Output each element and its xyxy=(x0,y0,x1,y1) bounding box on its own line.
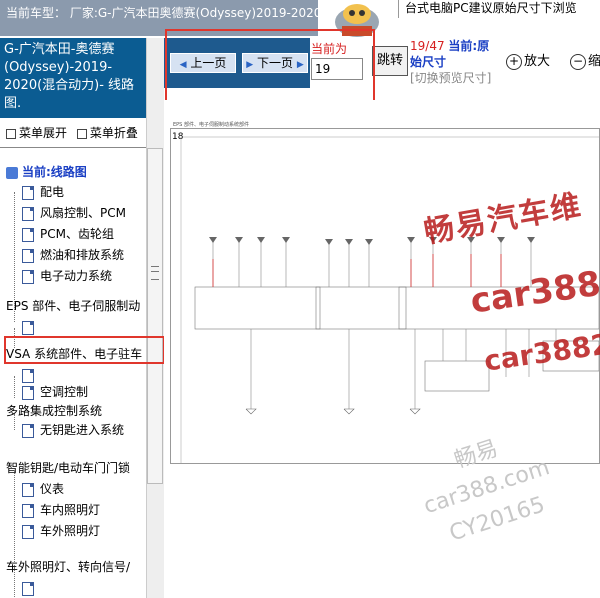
zoom-out-button[interactable]: − 缩 xyxy=(570,50,600,74)
tree-guide xyxy=(14,470,15,566)
tree-guide xyxy=(14,414,15,430)
browse-tip-text: 台式电脑PC建议原始尺寸下浏览 xyxy=(398,0,600,18)
tree-item[interactable]: 配电 xyxy=(22,182,64,202)
tree-item[interactable]: 空调控制 xyxy=(22,382,88,402)
tree-group[interactable]: 车外照明灯、转向信号/ xyxy=(6,557,130,577)
sidebar-title: G-广汽本田-奥德赛(Odyssey)-2019-2020(混合动力)- 线路图… xyxy=(0,38,146,118)
document-icon xyxy=(22,581,34,596)
tree-root[interactable]: 当前:线路图 xyxy=(6,162,87,182)
tree-label: 风扇控制、PCM xyxy=(40,206,126,220)
square-icon xyxy=(6,128,16,139)
zoom-out-icon: − xyxy=(570,53,586,70)
tree-item[interactable] xyxy=(22,317,40,337)
collapse-all-button[interactable]: 菜单折叠 xyxy=(71,126,138,140)
jump-button[interactable]: 跳转 xyxy=(372,46,408,76)
tree-label: 空调控制 xyxy=(40,385,89,399)
page-current: 19/ xyxy=(410,39,430,53)
tree-item[interactable] xyxy=(22,578,40,598)
tree-label: 多路集成控制系统 xyxy=(6,404,103,418)
expand-all-button[interactable]: 菜单展开 xyxy=(0,126,67,140)
tree-guide xyxy=(14,376,15,398)
tree-label: 仪表 xyxy=(40,482,65,496)
document-icon xyxy=(22,524,34,539)
tree-view: 当前:线路图 配电风扇控制、PCM PCM、齿轮组 燃油和排放系统 电子动力系统 EPS… xyxy=(0,152,146,598)
tree-item[interactable]: 无钥匙进入系统 xyxy=(22,420,124,440)
zoom-in-icon: + xyxy=(506,53,522,70)
zoom-in-button[interactable]: + 放大 xyxy=(506,50,564,74)
scrollbar-thumb[interactable] xyxy=(147,148,163,484)
highlight-box-vsa xyxy=(4,336,165,364)
grip-icon xyxy=(151,266,159,280)
tree-item[interactable]: 风扇控制、PCM xyxy=(22,203,126,223)
tree-group[interactable]: 智能钥匙/电动车门门锁 xyxy=(6,458,130,478)
tree-item[interactable]: 电子动力系统 xyxy=(22,266,112,286)
tree-label: 车外照明灯 xyxy=(40,524,101,538)
tree-item[interactable]: 车外照明灯 xyxy=(22,521,100,541)
document-icon xyxy=(22,503,34,518)
tree-label: 车外照明灯、转向信号/ xyxy=(6,560,131,574)
document-icon xyxy=(22,482,34,497)
tree-label: 配电 xyxy=(40,185,65,199)
switch-preview-link[interactable]: [切换预览尺寸] xyxy=(410,71,491,85)
tree-item[interactable]: PCM、齿轮组 xyxy=(22,224,114,244)
tree-guide xyxy=(14,567,15,597)
document-icon xyxy=(22,368,34,383)
document-icon xyxy=(22,185,34,200)
tree-label: 电子动力系统 xyxy=(40,269,113,283)
document-icon xyxy=(22,385,34,400)
tree-item[interactable]: 燃油和排放系统 xyxy=(22,245,124,265)
document-icon xyxy=(22,320,34,335)
highlight-box-toolbar xyxy=(165,29,375,102)
document-icon xyxy=(22,227,34,242)
tree-label: EPS 部件、电子伺服制动 xyxy=(6,299,141,313)
document-icon xyxy=(22,206,34,221)
diagram-title: EPS 部件、电子伺服制动系统部件 xyxy=(173,122,249,128)
tree-guide xyxy=(14,192,15,322)
computer-icon xyxy=(6,166,18,179)
document-icon xyxy=(22,269,34,284)
document-icon xyxy=(22,248,34,263)
tree-group[interactable]: 多路集成控制系统 xyxy=(6,401,102,421)
document-icon xyxy=(22,423,34,438)
divider xyxy=(0,147,146,148)
tree-item[interactable]: 仪表 xyxy=(22,479,64,499)
tree-label: 燃油和排放系统 xyxy=(40,248,125,262)
page-info: 19/47 当前:原始尺寸 [切换预览尺寸] xyxy=(410,38,500,88)
tree-label: PCM、齿轮组 xyxy=(40,227,114,241)
tree-label: 无钥匙进入系统 xyxy=(40,423,125,437)
tree-group[interactable]: EPS 部件、电子伺服制动 xyxy=(6,296,140,316)
grip-line xyxy=(151,271,159,272)
tree-label: 车内照明灯 xyxy=(40,503,101,517)
tree-label: 智能钥匙/电动车门门锁 xyxy=(6,461,131,475)
page-total: 47 xyxy=(429,39,445,53)
tree-item[interactable]: 车内照明灯 xyxy=(22,500,100,520)
menu-expand-row: 菜单展开 菜单折叠 xyxy=(0,124,146,142)
square-icon xyxy=(76,128,87,139)
